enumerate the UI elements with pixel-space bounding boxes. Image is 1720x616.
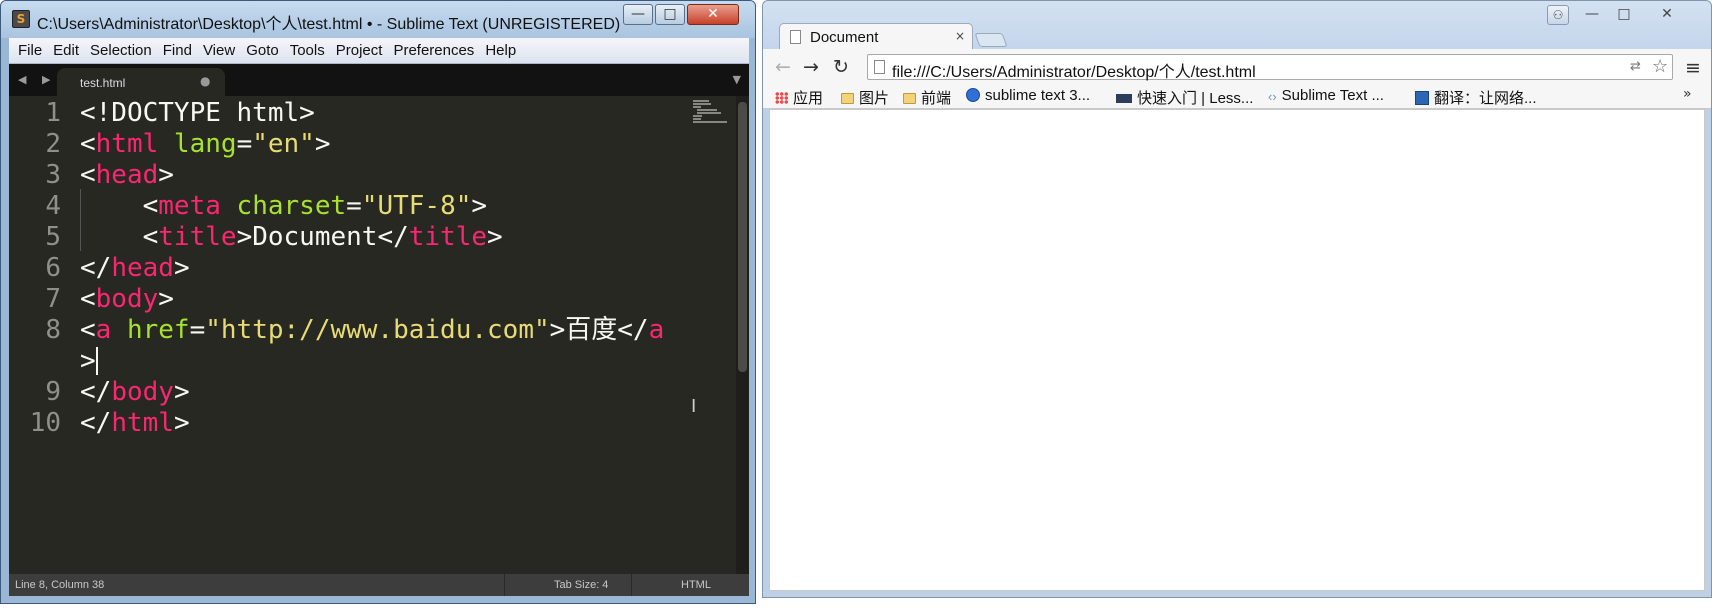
tab-dropdown-icon[interactable]: ▼ [733, 73, 741, 86]
editor-scroll-thumb[interactable] [738, 102, 747, 372]
maximize-button[interactable]: □ [655, 4, 685, 25]
address-url[interactable]: file:///C:/Users/Administrator/Desktop/个… [892, 58, 1256, 82]
tab-close-icon[interactable]: × [955, 29, 965, 43]
sublime-statusbar: Line 8, Column 38 Tab Size: 4 HTML [9, 574, 749, 596]
code-icon: ‹› [1268, 89, 1277, 104]
reload-icon[interactable]: ↻ [833, 56, 849, 78]
less-icon [1116, 94, 1132, 103]
bookmark-less[interactable]: 快速入门 | Less... [1116, 87, 1253, 107]
editor-scrollbar[interactable] [736, 96, 749, 574]
line-number: 6 [45, 253, 61, 283]
browser-minimize-button[interactable]: — [1577, 5, 1607, 25]
menu-goto[interactable]: Goto [246, 38, 279, 59]
bookmarks-more-icon[interactable]: » [1683, 86, 1692, 102]
line-number: 7 [45, 284, 61, 314]
bookmark-apps[interactable]: 应用 [775, 87, 823, 107]
code-line-8-wrap: > [80, 346, 98, 376]
translate-icon[interactable]: ⇄ [1630, 59, 1641, 74]
bookmark-images[interactable]: 图片 [841, 87, 889, 107]
menu-file[interactable]: File [18, 38, 42, 59]
menu-find[interactable]: Find [163, 38, 192, 59]
code-line-1: <!DOCTYPE html> [80, 98, 315, 128]
line-number: 5 [45, 222, 61, 252]
browser-tab-document[interactable]: Document × [779, 23, 973, 51]
tab-nav-arrows-icon[interactable]: ◀ ▶ [18, 73, 56, 86]
browser-window: Document × ⚇ — □ ✕ ← → ↻ file:///C:/User… [762, 0, 1712, 598]
browser-close-button[interactable]: ✕ [1647, 5, 1687, 25]
sublime-window: S C:\Users\Administrator\Desktop\个人\test… [0, 0, 756, 604]
browser-maximize-button[interactable]: □ [1609, 5, 1639, 25]
code-text-area[interactable]: <!DOCTYPE html> <html lang="en"> <head> … [80, 96, 700, 574]
browser-toolbar: ← → ↻ file:///C:/Users/Administrator/Des… [763, 49, 1711, 85]
apps-icon [775, 92, 788, 104]
minimap[interactable] [693, 100, 733, 130]
address-bar[interactable]: file:///C:/Users/Administrator/Desktop/个… [867, 54, 1673, 82]
sublime-titlebar[interactable]: S C:\Users\Administrator\Desktop\个人\test… [1, 1, 755, 38]
sublime-menubar: File Edit Selection Find View Goto Tools Projec… [9, 38, 749, 64]
text-cursor [95, 347, 98, 375]
menu-help[interactable]: Help [485, 38, 516, 59]
code-line-10: </html> [80, 408, 190, 438]
user-icon[interactable]: ⚇ [1547, 5, 1569, 25]
line-number-gutter: 1 2 3 4 5 6 7 8 9 10 [9, 96, 61, 574]
menu-preferences[interactable]: Preferences [393, 38, 474, 59]
code-line-9: </body> [80, 377, 190, 407]
line-number: 10 [29, 408, 61, 438]
close-button[interactable]: ✕ [687, 4, 739, 25]
line-number: 4 [45, 191, 61, 221]
line-number: 2 [45, 129, 61, 159]
code-line-4: <meta charset="UTF-8"> [80, 191, 488, 221]
tab-size[interactable]: Tab Size: 4 [554, 579, 608, 591]
minimize-button[interactable]: — [623, 4, 653, 25]
new-tab-button[interactable] [974, 33, 1008, 47]
bookmarks-bar: 应用 图片 前端 sublime text 3... 快速入门 | Less..… [763, 85, 1711, 109]
sublime-app-icon: S [12, 10, 30, 28]
tab-label: test.html [80, 76, 126, 90]
code-line-3: <head> [80, 160, 174, 190]
code-editor[interactable]: 1 2 3 4 5 6 7 8 9 10 <!DOCTYPE html> <ht… [9, 96, 749, 574]
code-line-8: <a href="http://www.baidu.com">百度</a [80, 315, 665, 345]
menu-view[interactable]: View [203, 38, 235, 59]
menu-edit[interactable]: Edit [53, 38, 79, 59]
line-number: 1 [45, 98, 61, 128]
cursor-position: Line 8, Column 38 [15, 579, 105, 591]
line-number: 8 [45, 315, 61, 345]
syntax-mode[interactable]: HTML [681, 579, 711, 591]
star-icon[interactable]: ☆ [1652, 56, 1668, 77]
translate-site-icon [1415, 91, 1429, 105]
bookmark-translate[interactable]: 翻译：让网络... [1415, 87, 1537, 107]
menu-tools[interactable]: Tools [290, 38, 325, 59]
menu-selection[interactable]: Selection [90, 38, 152, 59]
folder-icon [903, 93, 916, 104]
ibeam-cursor-icon: I [691, 396, 697, 417]
line-number: 3 [45, 160, 61, 190]
page-icon [874, 60, 885, 74]
sublime-window-title: C:\Users\Administrator\Desktop\个人\test.h… [37, 16, 621, 33]
code-line-6: </head> [80, 253, 190, 283]
modified-dot-icon[interactable]: ● [200, 74, 210, 88]
folder-icon [841, 93, 854, 104]
browser-tabstrip[interactable]: Document × ⚇ — □ ✕ [763, 1, 1711, 51]
code-line-7: <body> [80, 284, 174, 314]
browser-page-content[interactable] [769, 109, 1705, 591]
menu-project[interactable]: Project [336, 38, 383, 59]
back-icon[interactable]: ← [775, 56, 791, 78]
menu-icon[interactable]: ≡ [1685, 57, 1701, 79]
tab-test-html[interactable]: test.html ● [57, 68, 225, 96]
code-line-2: <html lang="en"> [80, 129, 331, 159]
page-icon [790, 30, 801, 44]
bookmark-sublime-text[interactable]: ‹› Sublime Text ... [1268, 87, 1384, 107]
sublime-tabbar: ◀ ▶ test.html ● ▼ [9, 64, 749, 96]
browser-tab-title: Document [810, 29, 879, 46]
code-line-5: <title>Document</title> [80, 222, 503, 252]
bookmark-sublime-text-3[interactable]: sublime text 3... [966, 87, 1090, 107]
line-number: 9 [45, 377, 61, 407]
bookmark-frontend[interactable]: 前端 [903, 87, 951, 107]
globe-icon [966, 88, 980, 102]
forward-icon[interactable]: → [803, 56, 819, 78]
